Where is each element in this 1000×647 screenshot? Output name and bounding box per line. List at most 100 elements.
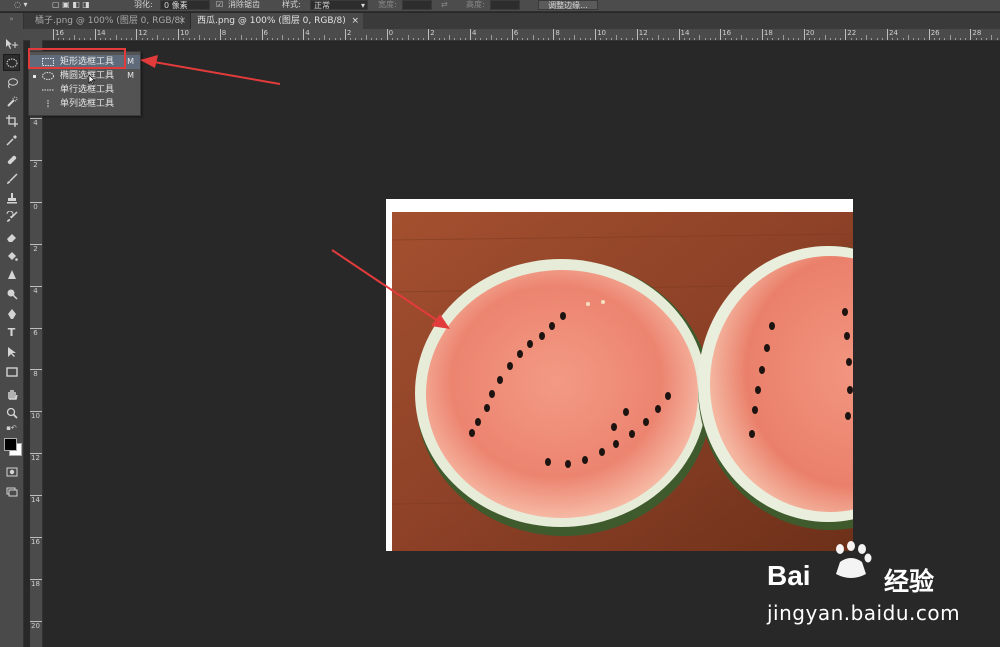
- refine-edge-button[interactable]: 调整边缘...: [538, 0, 598, 10]
- ruler-tick-label: 2: [346, 29, 352, 37]
- ruler-minor-tick: [923, 38, 925, 40]
- highlight-box: [28, 48, 126, 69]
- lasso-icon[interactable]: [3, 74, 20, 91]
- quick-selection-icon[interactable]: [3, 93, 20, 110]
- menu-item-label: 单行选框工具: [60, 85, 115, 95]
- eyedropper-icon[interactable]: [3, 131, 20, 148]
- marquee-preset-icon[interactable]: ◌ ▾: [14, 0, 28, 9]
- menu-item-label: 单列选框工具: [60, 99, 115, 109]
- ruler-minor-tick: [407, 35, 409, 40]
- ruler-minor-tick: [944, 38, 946, 40]
- move-icon[interactable]: [3, 35, 20, 52]
- blur-icon[interactable]: [3, 266, 20, 283]
- rectangle-icon[interactable]: [3, 363, 20, 380]
- ruler-tick-label: 12: [31, 454, 40, 463]
- ruler-minor-tick: [449, 35, 451, 40]
- crop-icon[interactable]: [3, 112, 20, 129]
- ruler-tick-label: 2: [430, 29, 435, 37]
- ruler-minor-tick: [235, 38, 237, 40]
- ruler-minor-tick: [89, 38, 91, 40]
- selection-mode-icons[interactable]: ▢ ▣ ◧ ◨: [52, 0, 90, 9]
- hand-icon[interactable]: [3, 385, 20, 402]
- ruler-minor-tick: [772, 38, 774, 40]
- style-select[interactable]: 正常 ▾: [310, 0, 368, 10]
- ruler-minor-tick: [183, 38, 185, 40]
- panel-collapse-icon[interactable]: »: [3, 15, 20, 23]
- width-input[interactable]: [402, 0, 432, 10]
- ruler-tick-label: 22: [847, 29, 857, 37]
- elliptical-marquee-icon: [42, 72, 54, 80]
- quick-mask-icon[interactable]: [3, 463, 20, 480]
- clone-stamp-icon[interactable]: [3, 189, 20, 206]
- swap-icon[interactable]: ⇄: [441, 0, 448, 9]
- ruler-tick-mark: [30, 327, 42, 329]
- menu-item-single-column-marquee[interactable]: 单列选框工具: [29, 97, 140, 111]
- ruler-tick-mark: [53, 29, 54, 40]
- ruler-minor-tick: [584, 38, 586, 40]
- ruler-minor-tick: [881, 38, 883, 40]
- antialias-checkbox[interactable]: ☑: [216, 0, 223, 9]
- ruler-tick-mark: [970, 29, 972, 40]
- ruler-minor-tick: [709, 38, 711, 40]
- ruler-tick-mark: [887, 29, 888, 40]
- ruler-minor-tick: [355, 38, 357, 40]
- ruler-minor-tick: [381, 38, 383, 40]
- vertical-ruler[interactable]: 4 2 0 2 4 6 8 10 12 14 16 18 20: [30, 40, 43, 647]
- ruler-minor-tick: [225, 38, 226, 40]
- ruler-tick-mark: [845, 29, 847, 40]
- ruler-minor-tick: [256, 38, 258, 40]
- menu-item-label: 椭圆选框工具: [60, 71, 115, 81]
- ruler-minor-tick: [63, 38, 65, 40]
- ruler-minor-tick: [616, 35, 617, 40]
- active-tool-indicator: [33, 75, 36, 78]
- eraser-icon[interactable]: [3, 228, 20, 245]
- ruler-minor-tick: [730, 38, 732, 40]
- dodge-icon[interactable]: [3, 285, 20, 302]
- feather-input[interactable]: 0 像素: [160, 0, 210, 10]
- brush-icon[interactable]: [3, 170, 20, 187]
- foreground-color-swatch[interactable]: [4, 438, 17, 451]
- paint-bucket-icon[interactable]: [3, 247, 20, 264]
- type-icon[interactable]: T: [3, 324, 20, 341]
- single-row-marquee-icon: [42, 89, 54, 91]
- horizontal-ruler[interactable]: 16 14 12 10 8 6 4 2 0 2 4 6 8 10 12 14 16 18 20 22 24 26 28: [23, 29, 1000, 41]
- ruler-tick-mark: [30, 453, 42, 455]
- ruler-minor-tick: [516, 38, 518, 40]
- ruler-minor-tick: [105, 38, 107, 40]
- ruler-minor-tick: [412, 38, 414, 40]
- tab-watermelon[interactable]: 西瓜.png @ 100% (图层 0, RGB/8) ×: [191, 13, 363, 29]
- ruler-minor-tick: [986, 38, 987, 40]
- screen-mode-icon[interactable]: [3, 483, 20, 500]
- pen-icon[interactable]: [3, 305, 20, 322]
- menu-item-elliptical-marquee[interactable]: 椭圆选框工具 M: [29, 69, 140, 83]
- ruler-tick-label: 18: [31, 579, 40, 588]
- healing-brush-icon[interactable]: [3, 151, 20, 168]
- ruler-minor-tick: [913, 38, 915, 40]
- history-brush-icon[interactable]: [3, 208, 20, 225]
- ruler-minor-tick: [683, 38, 685, 40]
- tab-orange[interactable]: 橘子.png @ 100% (图层 0, RGB/8) ×: [29, 13, 191, 29]
- ruler-minor-tick: [933, 38, 935, 40]
- close-icon[interactable]: ×: [178, 13, 186, 29]
- ruler-minor-tick: [980, 38, 982, 40]
- ruler-tick-label: 0: [33, 202, 38, 211]
- ruler-tick-label: 10: [597, 29, 607, 37]
- watermelon-photo: [392, 212, 853, 551]
- close-icon[interactable]: ×: [351, 13, 359, 29]
- ruler-tick-label: 4: [33, 286, 38, 295]
- ruler-minor-tick: [277, 38, 279, 40]
- ruler-minor-tick: [391, 38, 393, 40]
- path-selection-icon[interactable]: [3, 343, 20, 360]
- height-input[interactable]: [490, 0, 520, 10]
- elliptical-marquee-icon[interactable]: [3, 54, 20, 71]
- antialias-label: 消除锯齿: [228, 0, 260, 9]
- ruler-minor-tick: [172, 38, 174, 40]
- ruler-tick-label: 2: [33, 160, 38, 169]
- default-colors-icon[interactable]: ▪↶: [3, 424, 20, 433]
- ruler-minor-tick: [298, 38, 299, 40]
- ruler-minor-tick: [741, 35, 743, 40]
- zoom-icon[interactable]: [3, 404, 20, 421]
- ruler-minor-tick: [329, 38, 331, 40]
- menu-item-single-row-marquee[interactable]: 单行选框工具: [29, 83, 140, 97]
- style-label: 样式:: [282, 0, 301, 9]
